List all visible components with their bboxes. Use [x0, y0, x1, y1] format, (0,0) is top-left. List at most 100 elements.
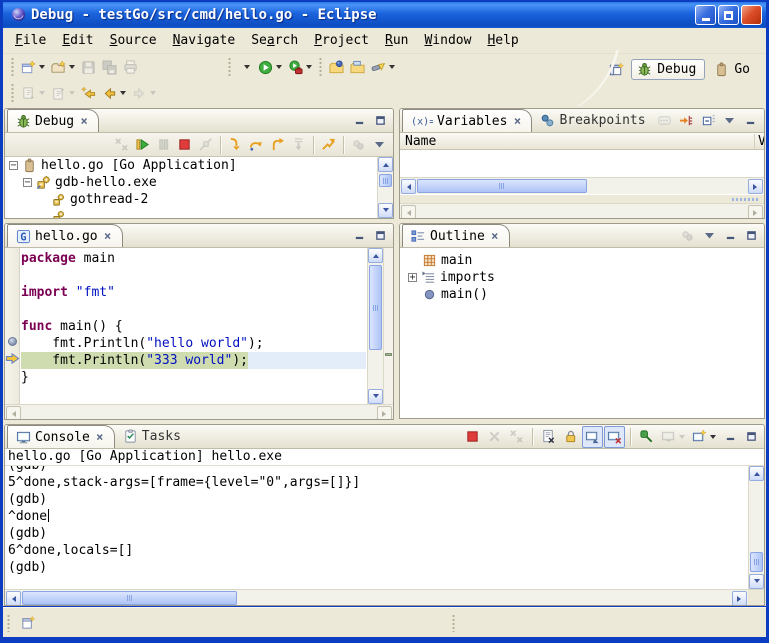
window-close-button[interactable] — [741, 5, 762, 25]
collapse-all-button[interactable] — [698, 110, 719, 132]
ruler-row[interactable] — [5, 282, 19, 299]
tab-hello-go[interactable]: G hello.go — [7, 224, 123, 247]
scrollbar-thumb[interactable] — [379, 174, 392, 187]
scroll-up-button[interactable] — [368, 248, 383, 263]
close-icon[interactable] — [102, 230, 114, 242]
clear-console-button[interactable] — [538, 426, 559, 448]
scroll-down-button[interactable] — [378, 203, 393, 218]
external-tools-button[interactable] — [285, 56, 315, 78]
scroll-right-button[interactable] — [748, 179, 763, 194]
minimize-view-button[interactable] — [720, 426, 740, 448]
step-over-button[interactable] — [246, 134, 267, 156]
scrollbar-thumb[interactable] — [750, 552, 763, 572]
dropdown-arrow-icon[interactable] — [39, 91, 45, 95]
ruler-row[interactable] — [5, 316, 19, 333]
scroll-down-button[interactable] — [749, 574, 764, 589]
scroll-right-button[interactable] — [732, 591, 747, 606]
show-stderr-button[interactable] — [604, 426, 625, 448]
dropdown-arrow-icon[interactable] — [306, 65, 312, 69]
close-icon[interactable] — [94, 431, 106, 443]
ruler-row[interactable] — [5, 265, 19, 282]
variables-detail-sash[interactable] — [400, 194, 764, 203]
ruler-row[interactable] — [5, 333, 19, 350]
view-menu-button[interactable] — [699, 225, 719, 247]
resume-button[interactable] — [132, 134, 153, 156]
open-resource-button[interactable] — [326, 56, 347, 78]
scroll-left-button[interactable] — [401, 179, 416, 194]
ruler-row[interactable] — [5, 248, 19, 265]
expander-plus-icon[interactable]: + — [408, 273, 417, 282]
ruler-row[interactable] — [5, 367, 19, 384]
editor-vertical-scrollbar[interactable] — [367, 248, 383, 404]
code-line[interactable]: func main() { — [21, 318, 366, 335]
perspective-debug[interactable]: Debug — [631, 59, 705, 80]
tree-row[interactable] — [5, 208, 377, 218]
run-button[interactable] — [255, 56, 285, 78]
expander-minus-icon[interactable]: − — [9, 161, 18, 170]
dropdown-arrow-icon[interactable] — [120, 91, 126, 95]
pin-console-button[interactable] — [636, 426, 657, 448]
tree-row[interactable]: −hello.go [Go Application] — [5, 157, 377, 174]
tab-variables[interactable]: (x)= Variables — [402, 109, 532, 132]
terminate-button[interactable] — [462, 426, 483, 448]
dropdown-arrow-icon[interactable] — [69, 91, 75, 95]
code-line[interactable] — [21, 267, 366, 284]
code-line[interactable]: import "fmt" — [21, 284, 366, 301]
menu-help[interactable]: Help — [479, 30, 526, 51]
maximize-view-button[interactable] — [762, 110, 765, 132]
terminate-button[interactable] — [174, 134, 195, 156]
scrollbar-thumb[interactable] — [417, 179, 587, 193]
maximize-view-button[interactable] — [741, 225, 761, 247]
tab-outline[interactable]: Outline — [402, 224, 510, 247]
open-console-button[interactable] — [689, 426, 719, 448]
maximize-view-button[interactable] — [370, 110, 390, 132]
scrollbar-thumb[interactable] — [369, 265, 382, 350]
dropdown-arrow-icon[interactable] — [389, 65, 395, 69]
code-line[interactable]: fmt.Println("hello world"); — [21, 335, 366, 352]
minimize-view-button[interactable] — [349, 110, 369, 132]
scrollbar-thumb[interactable] — [22, 591, 237, 605]
new-wizard-button[interactable] — [18, 56, 48, 78]
overview-annotation[interactable] — [385, 353, 392, 356]
search-button[interactable] — [368, 56, 398, 78]
dropdown-arrow-icon[interactable] — [150, 91, 156, 95]
expander-minus-icon[interactable]: − — [23, 178, 32, 187]
tab-debug[interactable]: Debug — [7, 109, 99, 132]
new-project-button[interactable] — [48, 56, 78, 78]
maximize-view-button[interactable] — [370, 225, 390, 247]
open-folder-button[interactable] — [347, 56, 368, 78]
scroll-lock-button[interactable] — [560, 426, 581, 448]
back-button[interactable] — [99, 82, 129, 104]
minimize-view-button[interactable] — [720, 225, 740, 247]
last-edit-location-button[interactable] — [78, 82, 99, 104]
minimize-view-button[interactable] — [349, 225, 369, 247]
variables-column-headers[interactable]: Name V — [400, 133, 764, 150]
dropdown-arrow-icon[interactable] — [69, 65, 75, 69]
code-line[interactable]: package main — [21, 250, 366, 267]
code-line[interactable] — [21, 301, 366, 318]
menu-source[interactable]: Source — [102, 30, 165, 51]
menu-run[interactable]: Run — [377, 30, 416, 51]
column-header-value[interactable]: V — [754, 134, 764, 149]
dropdown-arrow-icon[interactable] — [276, 65, 282, 69]
code-editor[interactable]: package main import "fmt" func main() { fm… — [21, 248, 366, 404]
scroll-up-button[interactable] — [378, 157, 393, 172]
ruler-row[interactable] — [5, 350, 19, 367]
ruler-row[interactable] — [5, 299, 19, 316]
scroll-up-button[interactable] — [749, 466, 764, 481]
menu-window[interactable]: Window — [416, 30, 479, 51]
tab-console[interactable]: Console — [7, 425, 115, 448]
editor-overview-ruler[interactable] — [383, 248, 393, 404]
editor-marker-ruler[interactable] — [5, 248, 20, 404]
perspective-go[interactable]: Go — [709, 60, 758, 79]
close-icon[interactable] — [489, 230, 501, 242]
debug-button[interactable] — [235, 56, 255, 78]
menu-project[interactable]: Project — [306, 30, 377, 51]
tree-row[interactable]: −gdb-hello.exe — [5, 174, 377, 191]
add-variables-button[interactable] — [676, 110, 697, 132]
menu-edit[interactable]: Edit — [54, 30, 101, 51]
scroll-left-button[interactable] — [6, 591, 21, 606]
window-maximize-button[interactable] — [718, 5, 739, 25]
tab-breakpoints[interactable]: Breakpoints — [532, 109, 653, 132]
close-icon[interactable] — [78, 115, 90, 127]
